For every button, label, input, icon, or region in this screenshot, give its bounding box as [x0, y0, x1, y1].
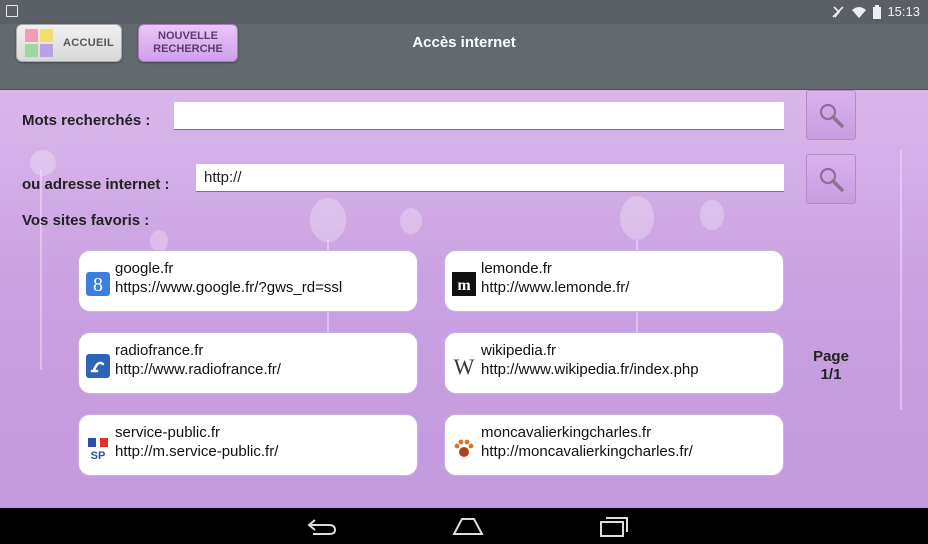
favorite-moncavalierkingcharles[interactable]: moncavalierkingcharles.fr http://moncaval…	[444, 414, 784, 476]
favorite-radiofrance[interactable]: radiofrance.fr http://www.radiofrance.fr/	[78, 332, 418, 394]
decor-dot	[30, 150, 56, 176]
favorite-name: radiofrance.fr	[115, 342, 204, 359]
address-input[interactable]: http://	[196, 164, 784, 192]
status-bar: 15:13	[0, 0, 928, 24]
decor-dot	[400, 208, 422, 234]
wifi-icon	[852, 6, 867, 18]
status-icons: 15:13	[831, 4, 920, 19]
radiofrance-icon	[85, 353, 111, 379]
lemonde-icon: m	[451, 271, 477, 297]
service-public-icon: SP	[85, 435, 111, 461]
decor-stem	[900, 150, 902, 410]
favorite-service-public[interactable]: SP service-public.fr http://m.service-pub…	[78, 414, 418, 476]
decor-dot	[700, 200, 724, 230]
decor-stem	[40, 170, 42, 370]
address-go-button[interactable]	[806, 154, 856, 204]
favorite-url: http://www.wikipedia.fr/index.php	[481, 361, 699, 378]
battery-icon	[873, 4, 882, 19]
favorite-name: lemonde.fr	[481, 260, 552, 277]
favorite-url: https://www.google.fr/?gws_rd=ssl	[115, 279, 343, 296]
favorite-name: moncavalierkingcharles.fr	[481, 424, 652, 441]
page-title: Accès internet	[412, 34, 516, 51]
keywords-input[interactable]	[174, 102, 784, 130]
favorite-google[interactable]: 8 google.fr https://www.google.fr/?gws_rd…	[78, 250, 418, 312]
page-indicator: Page 1/1	[796, 348, 866, 384]
decor-dot	[310, 198, 346, 242]
app-header: ACCUEIL NOUVELLE RECHERCHE Accès interne…	[0, 24, 928, 90]
favorite-url: http://www.radiofrance.fr/	[115, 361, 281, 378]
page-indicator-count: 1/1	[820, 366, 842, 383]
favorites-heading: Vos sites favoris :	[22, 212, 150, 229]
recent-apps-icon[interactable]	[598, 516, 630, 538]
home-nav-icon[interactable]	[450, 516, 486, 536]
wikipedia-icon: W	[451, 353, 477, 379]
paw-icon	[451, 435, 477, 461]
favorite-lemonde[interactable]: m lemonde.fr http://www.lemonde.fr/	[444, 250, 784, 312]
back-button-icon[interactable]	[305, 516, 339, 536]
mute-icon	[832, 5, 845, 18]
address-label: ou adresse internet :	[22, 176, 170, 193]
favorite-wikipedia[interactable]: W wikipedia.fr http://www.wikipedia.fr/in…	[444, 332, 784, 394]
page-title-wrap: Accès internet	[0, 34, 928, 51]
google-icon: 8	[85, 271, 111, 297]
clock: 15:13	[887, 4, 920, 19]
search-icon	[819, 103, 844, 128]
svg-text:W: W	[454, 354, 475, 378]
keywords-search-button[interactable]	[806, 90, 856, 140]
favorite-name: wikipedia.fr	[481, 342, 557, 359]
keywords-label: Mots recherchés :	[22, 112, 151, 129]
favorite-url: http://moncavalierkingcharles.fr/	[481, 443, 693, 460]
svg-text:8: 8	[93, 274, 103, 296]
decor-dot	[620, 196, 654, 240]
favorite-url: http://www.lemonde.fr/	[481, 279, 630, 296]
favorite-name: service-public.fr	[115, 424, 221, 441]
page-indicator-label: Page	[813, 348, 849, 365]
decor-dot	[150, 230, 168, 252]
favorite-url: http://m.service-public.fr/	[115, 443, 279, 460]
favorite-name: google.fr	[115, 260, 174, 277]
screenshot-notification-icon	[6, 5, 18, 17]
main-content: Mots recherchés : ou adresse internet : …	[0, 90, 928, 508]
system-navigation-bar	[0, 508, 928, 544]
search-icon	[819, 167, 844, 192]
svg-text:m: m	[457, 277, 471, 294]
svg-text:SP: SP	[91, 450, 106, 460]
